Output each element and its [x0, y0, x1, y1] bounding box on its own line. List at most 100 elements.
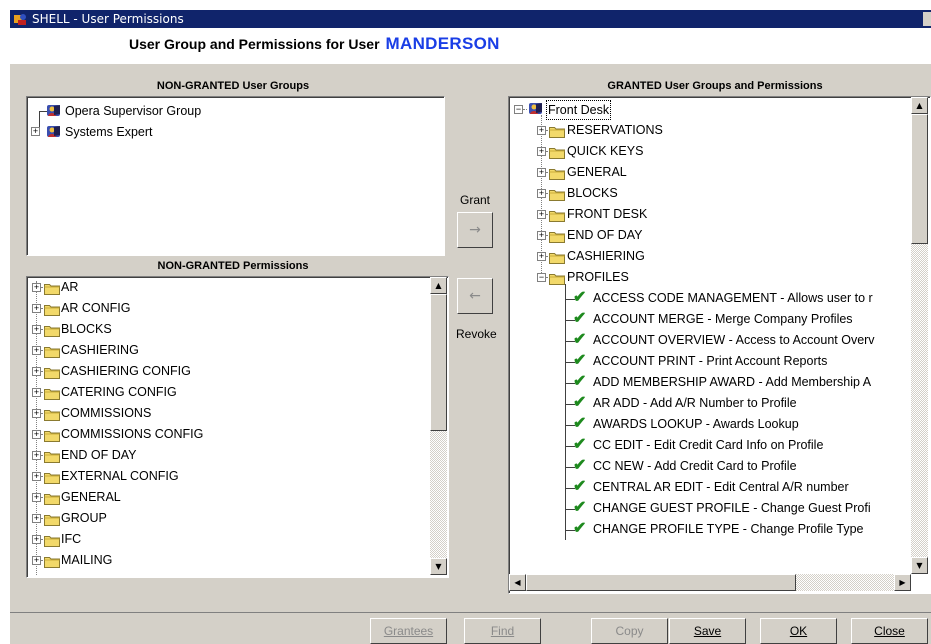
grant-button[interactable]: → [457, 212, 493, 248]
expand-toggle[interactable]: + [32, 304, 41, 313]
expand-toggle[interactable]: + [32, 409, 41, 418]
list-item[interactable]: + GROUP [27, 508, 427, 529]
permission-item[interactable]: ✔ AR ADD - Add A/R Number to Profile [509, 393, 909, 414]
granted-horizontal-scrollbar[interactable]: ◀ ▶ [509, 574, 911, 591]
folder-icon [44, 554, 60, 568]
permission-label: CHANGE GUEST PROFILE - Change Guest Prof… [593, 501, 871, 515]
permission-item[interactable]: ✔ ACCOUNT PRINT - Print Account Reports [509, 351, 909, 372]
revoke-button[interactable]: ← [457, 278, 493, 314]
expand-toggle[interactable]: + [32, 283, 41, 292]
scroll-left-button[interactable]: ◀ [509, 574, 526, 591]
folder-item[interactable]: + QUICK KEYS [509, 141, 909, 162]
scroll-right-button[interactable]: ▶ [894, 574, 911, 591]
list-item[interactable]: + COMMISSIONS [27, 403, 427, 424]
expand-toggle[interactable]: + [32, 535, 41, 544]
expand-toggle[interactable]: + [32, 346, 41, 355]
list-item[interactable]: + COMMISSIONS CONFIG [27, 424, 427, 445]
list-item[interactable]: + AR [27, 277, 427, 298]
expand-toggle[interactable]: + [32, 388, 41, 397]
folder-item[interactable]: + END OF DAY [509, 225, 909, 246]
expand-toggle[interactable]: + [537, 189, 546, 198]
granted-tree: − Front Desk + RESERVATIONS + QUICK KEYS + GENE… [509, 97, 909, 572]
permission-label: ACCOUNT PRINT - Print Account Reports [593, 354, 828, 368]
granted-vertical-scrollbar[interactable]: ▲ ▼ [911, 97, 928, 574]
grantees-button[interactable]: Grantees [370, 618, 447, 644]
folder-icon [549, 187, 565, 201]
permission-item[interactable]: ✔ AWARDS LOOKUP - Awards Lookup [509, 414, 909, 435]
expand-toggle[interactable]: + [537, 231, 546, 240]
scroll-down-button[interactable]: ▼ [430, 558, 447, 575]
permission-item[interactable]: ✔ ADD MEMBERSHIP AWARD - Add Membership A [509, 372, 909, 393]
scroll-thumb[interactable] [911, 114, 928, 244]
expand-toggle[interactable]: + [32, 514, 41, 523]
granted-panel: − Front Desk + RESERVATIONS + QUICK KEYS + GENE… [508, 96, 931, 594]
save-button[interactable]: Save [669, 618, 746, 644]
folder-item[interactable]: + RESERVATIONS [509, 120, 909, 141]
list-item[interactable]: + CASHIERING [27, 340, 427, 361]
find-label: Find [490, 624, 515, 638]
expand-toggle[interactable]: + [32, 493, 41, 502]
list-item[interactable]: + BLOCKS [27, 319, 427, 340]
permissions-vertical-scrollbar[interactable]: ▲ ▼ [430, 277, 447, 575]
list-item[interactable]: + END OF DAY [27, 445, 427, 466]
folder-item[interactable]: + FRONT DESK [509, 204, 909, 225]
collapse-toggle[interactable]: − [514, 105, 523, 114]
expand-toggle[interactable]: + [537, 126, 546, 135]
permission-item[interactable]: ✔ CENTRAL AR EDIT - Edit Central A/R numb… [509, 477, 909, 498]
permission-item[interactable]: ✔ CC NEW - Add Credit Card to Profile [509, 456, 909, 477]
scroll-up-button[interactable]: ▲ [911, 97, 928, 114]
folder-icon [549, 250, 565, 264]
list-item[interactable]: + Systems Expert [27, 122, 427, 143]
check-icon: ✔ [573, 310, 587, 327]
list-item[interactable]: + MAILING [27, 550, 427, 571]
permission-item[interactable]: ✔ CHANGE GUEST PROFILE - Change Guest Pro… [509, 498, 909, 519]
revoke-label: Revoke [456, 327, 497, 341]
expand-toggle[interactable]: + [537, 168, 546, 177]
ok-button[interactable]: OK [760, 618, 837, 644]
expand-toggle[interactable]: + [537, 252, 546, 261]
permission-item[interactable]: ✔ ACCOUNT MERGE - Merge Company Profiles [509, 309, 909, 330]
scroll-thumb[interactable] [430, 294, 447, 431]
scroll-up-button[interactable]: ▲ [430, 277, 447, 294]
expand-toggle[interactable]: + [32, 472, 41, 481]
expand-toggle[interactable]: + [31, 127, 40, 136]
ok-label: OK [789, 624, 808, 638]
collapse-toggle[interactable]: − [537, 273, 546, 282]
root-label: Front Desk [546, 100, 612, 120]
expand-toggle[interactable]: + [537, 147, 546, 156]
list-item[interactable]: + EXTERNAL CONFIG [27, 466, 427, 487]
expand-toggle[interactable]: + [32, 430, 41, 439]
expand-toggle[interactable]: + [32, 367, 41, 376]
page-title-text: User Group and Permissions for User [129, 36, 380, 52]
list-item[interactable]: + CASHIERING CONFIG [27, 361, 427, 382]
copy-button[interactable]: Copy [591, 618, 668, 644]
list-item[interactable]: + GENERAL [27, 487, 427, 508]
folder-item[interactable]: + CASHIERING [509, 246, 909, 267]
expand-toggle[interactable]: + [32, 556, 41, 565]
list-item[interactable]: + AR CONFIG [27, 298, 427, 319]
scroll-down-button[interactable]: ▼ [911, 557, 928, 574]
window-control-button[interactable] [923, 12, 931, 26]
folder-item[interactable]: + GENERAL [509, 162, 909, 183]
permission-item[interactable]: ✔ ACCOUNT OVERVIEW - Access to Account Ov… [509, 330, 909, 351]
list-item[interactable]: + IFC [27, 529, 427, 550]
permission-label: ACCOUNT OVERVIEW - Access to Account Ove… [593, 333, 875, 347]
save-label: Save [693, 624, 722, 638]
tree-root[interactable]: − Front Desk [509, 99, 909, 120]
permission-item[interactable]: ✔ CC EDIT - Edit Credit Card Info on Prof… [509, 435, 909, 456]
expand-toggle[interactable]: + [32, 451, 41, 460]
folder-icon [44, 302, 60, 316]
find-button[interactable]: Find [464, 618, 541, 644]
folder-label: BLOCKS [567, 186, 618, 200]
list-item[interactable]: Opera Supervisor Group [27, 101, 427, 122]
permission-item[interactable]: ✔ CHANGE PROFILE TYPE - Change Profile Ty… [509, 519, 909, 540]
expand-toggle[interactable]: + [32, 325, 41, 334]
permission-item[interactable]: ✔ ACCESS CODE MANAGEMENT - Allows user to… [509, 288, 909, 309]
expand-toggle[interactable]: + [537, 210, 546, 219]
check-icon: ✔ [573, 289, 587, 306]
scroll-thumb[interactable] [526, 574, 796, 591]
close-button[interactable]: Close [851, 618, 928, 644]
folder-item[interactable]: − PROFILES [509, 267, 909, 288]
list-item[interactable]: + CATERING CONFIG [27, 382, 427, 403]
folder-item[interactable]: + BLOCKS [509, 183, 909, 204]
